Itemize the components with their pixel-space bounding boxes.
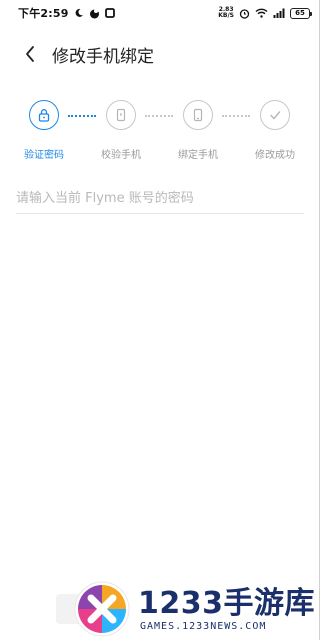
network-speed: 2.83 KB/S: [218, 7, 234, 19]
watermark-subtitle: GAMES.1233NEWS.COM: [140, 620, 267, 632]
status-time: 下午2:59: [18, 7, 69, 20]
progress-stepper: 验证密码 校验手机 绑定手机 修改成功: [0, 100, 320, 162]
password-field: [16, 184, 304, 214]
step-label: 验证密码: [24, 150, 64, 161]
check-icon: [270, 111, 281, 120]
watermark-title: 1233手游库: [138, 585, 315, 621]
back-button[interactable]: [10, 34, 50, 74]
square-notification-icon: [104, 8, 115, 18]
phone-icon: [193, 108, 203, 122]
alarm-icon: [239, 8, 250, 19]
header: 修改手机绑定: [0, 34, 320, 74]
step-circle: [183, 100, 213, 130]
lock-icon: [38, 109, 50, 122]
step-label: 绑定手机: [178, 150, 218, 161]
signal-icon: [273, 8, 285, 18]
page-title: 修改手机绑定: [52, 46, 154, 67]
step-circle: [106, 100, 136, 130]
step-success: 修改成功: [245, 100, 305, 161]
wifi-icon: [255, 8, 268, 18]
step-verify-phone: 校验手机: [91, 100, 151, 161]
battery-icon: 65: [290, 7, 312, 19]
window-frame: [0, 0, 320, 640]
status-notification-icons: [74, 8, 115, 19]
phone-check-icon: [116, 108, 126, 122]
password-input[interactable]: [16, 184, 304, 212]
watermark: 1233手游库 GAMES.1233NEWS.COM: [72, 578, 320, 640]
chevron-left-icon: [26, 46, 34, 62]
status-bar: 下午2:59 2.83 KB/S 65: [0, 0, 320, 26]
step-bind-phone: 绑定手机: [168, 100, 228, 161]
moon-icon: [75, 8, 83, 17]
step-label: 校验手机: [101, 150, 141, 161]
app-notification-icon: [89, 8, 99, 18]
step-circle: [260, 100, 290, 130]
status-right-icons: 2.83 KB/S 65: [218, 7, 312, 19]
step-verify-password: 验证密码: [14, 100, 74, 161]
network-speed-unit: KB/S: [218, 12, 234, 19]
step-circle: [29, 100, 59, 130]
watermark-logo: [74, 581, 130, 637]
watermark-text: 1233手游库 GAMES.1233NEWS.COM: [138, 585, 315, 632]
step-label: 修改成功: [255, 150, 295, 161]
